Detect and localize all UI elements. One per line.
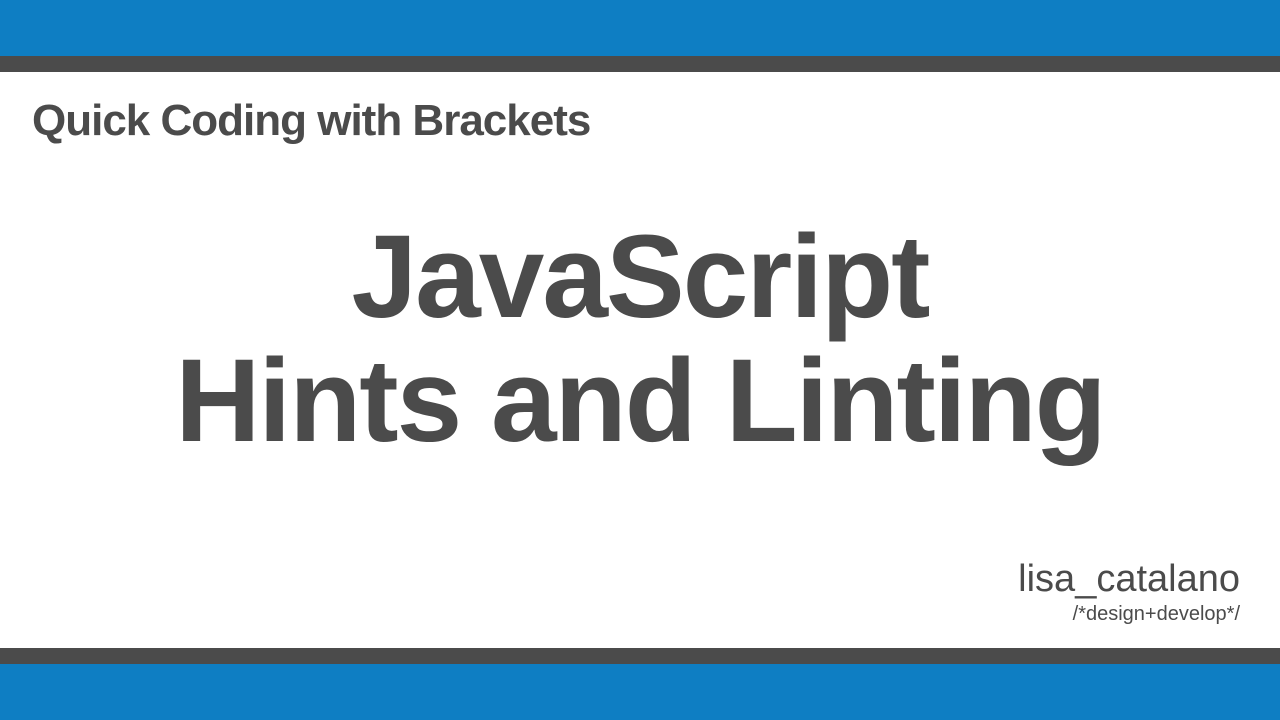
main-title-line2: Hints and Linting (32, 340, 1248, 464)
series-title: Quick Coding with Brackets (32, 96, 1248, 146)
top-gray-bar (0, 56, 1280, 72)
top-blue-bar (0, 0, 1280, 56)
author-block: lisa_catalano /*design+develop*/ (1018, 558, 1240, 626)
main-title-line1: JavaScript (32, 216, 1248, 340)
bottom-blue-bar (0, 664, 1280, 720)
main-title: JavaScript Hints and Linting (32, 216, 1248, 464)
bottom-gray-bar (0, 648, 1280, 664)
author-tagline: /*design+develop*/ (1018, 603, 1240, 626)
author-name: lisa_catalano (1018, 558, 1240, 601)
slide-content: Quick Coding with Brackets JavaScript Hi… (0, 72, 1280, 648)
